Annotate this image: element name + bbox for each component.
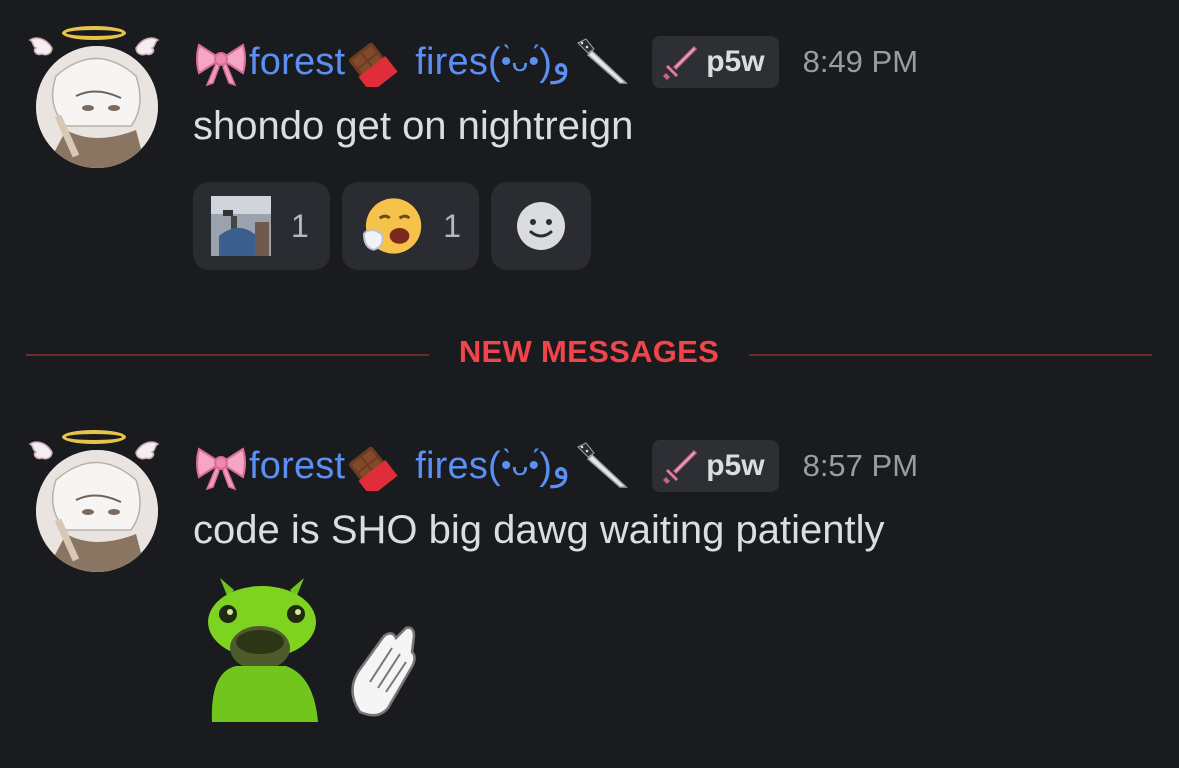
clapping-hands-icon[interactable] xyxy=(340,622,420,722)
wing-icon xyxy=(28,441,53,460)
username[interactable]: forest fires( •̀ᴗ•́ )و xyxy=(193,441,632,491)
username-part-c: )و xyxy=(539,445,571,488)
wing-icon xyxy=(28,37,53,56)
message-text: code is SHO big dawg waiting patiently xyxy=(193,508,885,552)
halo-icon xyxy=(62,430,126,444)
username-face: •̀ᴗ•́ xyxy=(500,449,540,482)
username-part-a: forest xyxy=(249,444,346,487)
avatar[interactable] xyxy=(26,430,166,572)
timestamp[interactable]: 8:57 PM xyxy=(803,448,918,484)
ribbon-bow-icon xyxy=(196,447,246,491)
sticker-row xyxy=(200,576,420,722)
role-tag-label: p5w xyxy=(706,449,765,482)
message-2[interactable]: forest fires( •̀ᴗ•́ )و p5w 8:57 PM code … xyxy=(0,0,1179,768)
avatar-image xyxy=(36,46,158,168)
chocolate-bar-icon xyxy=(349,446,398,491)
role-tag[interactable]: p5w xyxy=(652,440,779,492)
message-header: forest fires( •̀ᴗ•́ )و xyxy=(193,438,918,494)
wing-icon xyxy=(135,441,160,460)
halo-icon xyxy=(62,26,126,40)
wing-icon xyxy=(135,37,160,56)
username-part-b: fires( xyxy=(415,444,501,487)
knife-icon xyxy=(577,442,629,488)
green-frog-sticker[interactable] xyxy=(200,576,330,722)
chat-panel: forest fires( •̀ᴗ•́ )و p5w 8:49 PM shond… xyxy=(0,0,1179,768)
avatar-image xyxy=(36,450,158,572)
sword-icon xyxy=(663,449,698,484)
